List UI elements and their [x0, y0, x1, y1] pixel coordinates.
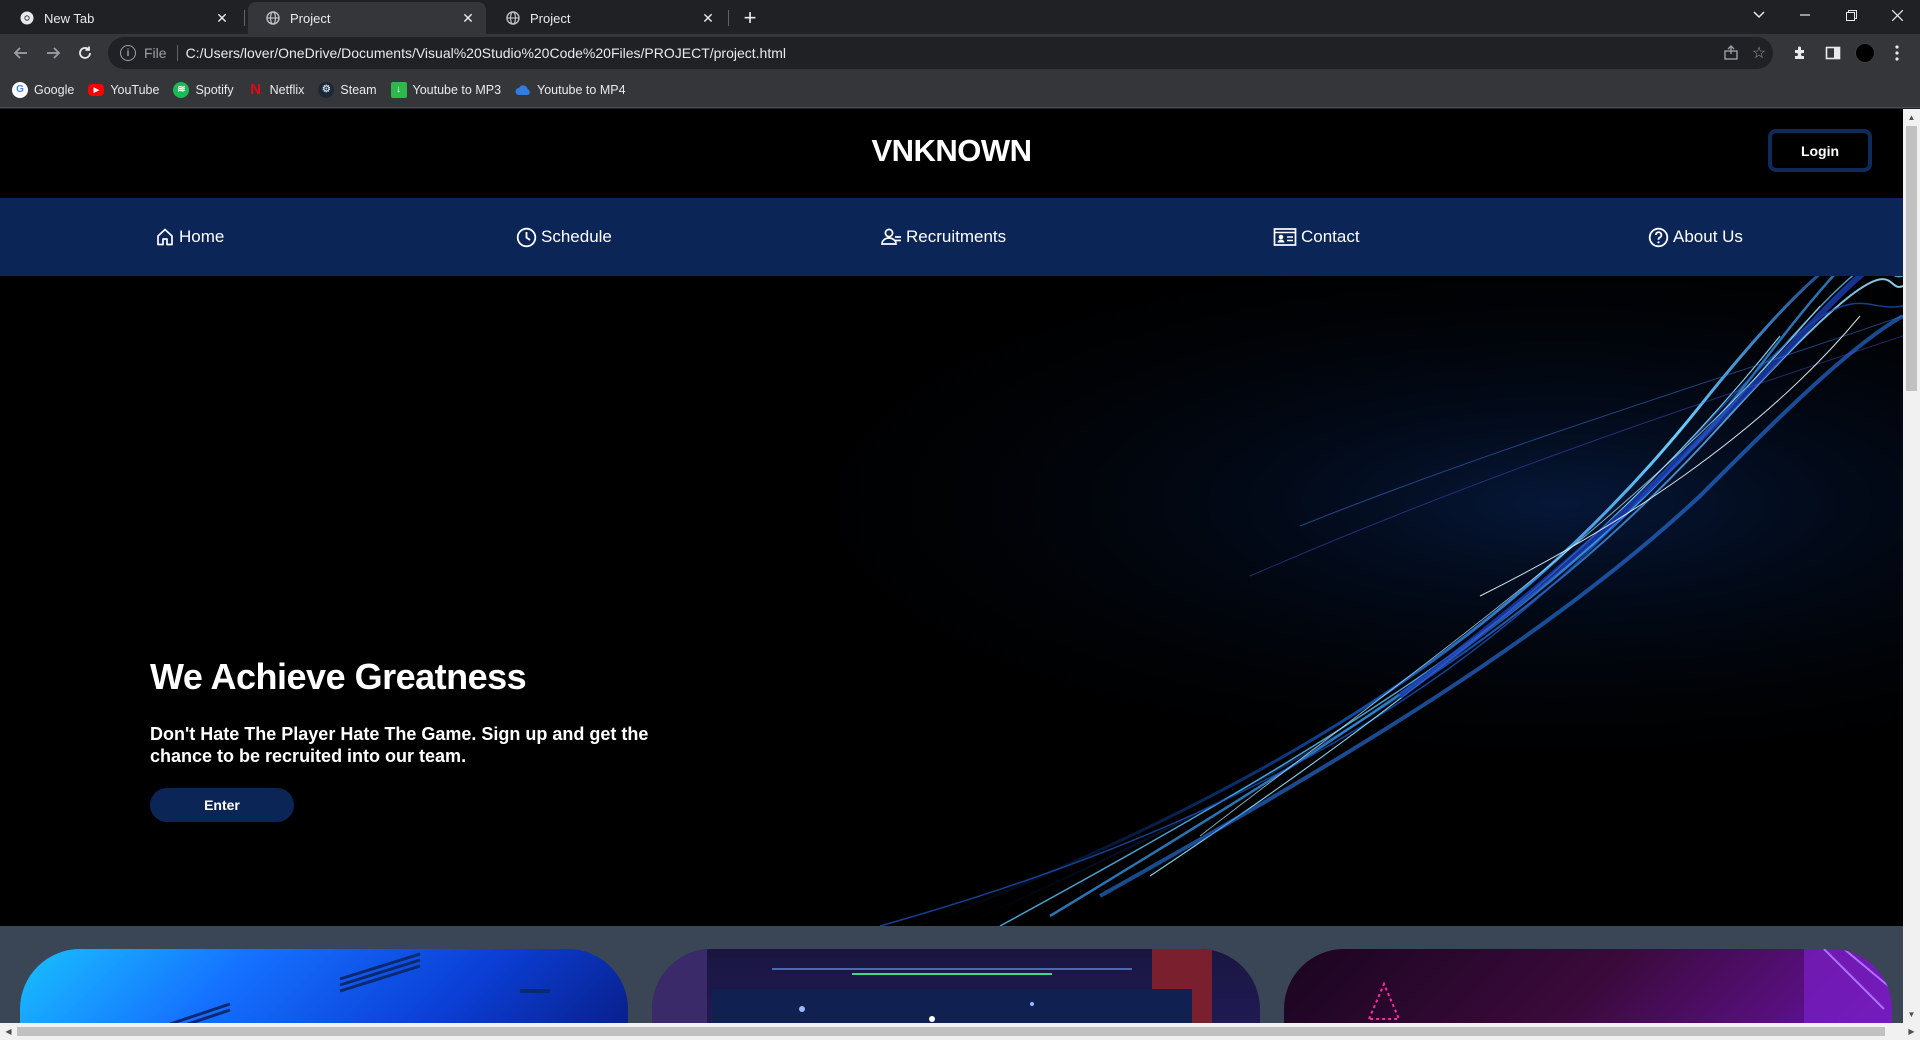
bookmark-youtube-to-mp3[interactable]: ↓ Youtube to MP3: [390, 77, 502, 103]
netflix-icon: N: [250, 81, 262, 98]
feature-card-image[interactable]: [652, 949, 1260, 1029]
feature-cards: [0, 926, 1903, 1029]
nav-label: Home: [179, 227, 225, 246]
globe-icon: [506, 11, 520, 25]
bookmark-steam[interactable]: ⚙ Steam: [318, 77, 377, 103]
bookmark-label: Youtube to MP3: [412, 82, 502, 97]
nav-label: Contact: [1301, 227, 1360, 246]
scroll-up-arrow[interactable]: ▲: [1903, 109, 1920, 126]
scroll-down-arrow[interactable]: ▼: [1903, 1006, 1920, 1023]
close-tab-icon[interactable]: ✕: [460, 10, 476, 26]
nav-label: Recruitments: [906, 227, 1007, 246]
omnibox-divider: [176, 45, 178, 61]
question-circle-icon: [1648, 227, 1669, 247]
hero-section: We Achieve Greatness Don't Hate The Play…: [0, 276, 1903, 926]
extensions-puzzle-icon[interactable]: [1787, 40, 1813, 66]
google-icon: G: [12, 81, 28, 98]
site-header: VNKNOWN Login: [0, 109, 1903, 198]
bookmark-spotify[interactable]: ≋ Spotify: [173, 77, 234, 103]
close-window-button[interactable]: [1874, 0, 1920, 30]
nav-schedule[interactable]: Schedule: [516, 198, 612, 276]
nav-about-us[interactable]: About Us: [1648, 198, 1743, 276]
nav-recruitments[interactable]: Recruitments: [880, 198, 1006, 276]
bookmark-label: YouTube: [110, 82, 160, 97]
bookmark-label: Youtube to MP4: [537, 82, 626, 97]
login-button[interactable]: Login: [1768, 129, 1872, 172]
nav-contact[interactable]: Contact: [1273, 198, 1360, 276]
home-icon: [157, 228, 173, 246]
restore-button[interactable]: [1828, 0, 1874, 30]
bookmarks-bar: G Google ▶ YouTube ≋ Spotify N Netflix ⚙…: [0, 72, 1920, 108]
bookmark-star-icon[interactable]: ☆: [1745, 39, 1773, 67]
cloud-icon: [515, 82, 531, 98]
nav-label: Schedule: [541, 227, 612, 246]
contact-card-icon: [1273, 228, 1297, 246]
url-scheme: File: [144, 45, 167, 61]
reload-button[interactable]: [72, 40, 98, 66]
browser-toolbar: i File C:/Users/lover/OneDrive/Documents…: [0, 34, 1920, 72]
forward-button[interactable]: [40, 40, 66, 66]
tab-new-tab[interactable]: New Tab ✕: [2, 2, 240, 34]
minimize-button[interactable]: [1782, 0, 1828, 30]
bookmark-google[interactable]: G Google: [12, 77, 74, 103]
new-tab-button[interactable]: +: [736, 4, 764, 32]
spotify-icon: ≋: [173, 81, 190, 98]
bookmark-label: Netflix: [269, 82, 305, 97]
horizontal-scrollbar[interactable]: ◀ ▶: [0, 1023, 1920, 1040]
bookmark-label: Spotify: [195, 82, 234, 97]
clock-icon: [516, 227, 537, 247]
download-icon: ↓: [390, 81, 407, 98]
share-icon[interactable]: [1717, 39, 1745, 67]
profile-avatar[interactable]: [1852, 40, 1878, 66]
tab-title: Project: [290, 10, 331, 26]
tab-divider: [728, 10, 729, 26]
scroll-right-arrow[interactable]: ▶: [1903, 1023, 1920, 1040]
vertical-scroll-thumb[interactable]: [1906, 126, 1917, 391]
youtube-icon: ▶: [88, 83, 105, 96]
scroll-left-arrow[interactable]: ◀: [0, 1023, 17, 1040]
tab-title: Project: [530, 10, 571, 26]
side-panel-icon[interactable]: [1820, 40, 1846, 66]
hero-light-streaks: [0, 276, 1903, 926]
close-tab-icon[interactable]: ✕: [700, 10, 716, 26]
steam-icon: ⚙: [318, 81, 335, 98]
nav-home[interactable]: Home: [155, 198, 224, 276]
bookmark-youtube[interactable]: ▶ YouTube: [88, 77, 159, 103]
users-icon: [881, 228, 901, 245]
tab-title: New Tab: [44, 10, 95, 26]
tab-divider: [244, 10, 245, 26]
address-bar[interactable]: i File C:/Users/lover/OneDrive/Documents…: [108, 37, 1773, 69]
nav-label: About Us: [1673, 227, 1743, 246]
chrome-icon: [20, 11, 34, 25]
back-button[interactable]: [8, 40, 34, 66]
main-nav: Home Schedule Recruitments Contact About…: [0, 198, 1903, 276]
tab-search-icon[interactable]: [1736, 0, 1782, 30]
hero-title: We Achieve Greatness: [150, 656, 527, 697]
url-text[interactable]: C:/Users/lover/OneDrive/Documents/Visual…: [186, 45, 1717, 61]
globe-icon: [266, 11, 280, 25]
tab-project-active[interactable]: Project ✕: [248, 2, 486, 34]
site-logo[interactable]: VNKNOWN: [0, 133, 1903, 169]
bookmark-youtube-to-mp4[interactable]: Youtube to MP4: [515, 77, 626, 103]
close-tab-icon[interactable]: ✕: [214, 10, 230, 26]
enter-button[interactable]: Enter: [150, 788, 294, 822]
feature-card-image[interactable]: [1284, 949, 1892, 1029]
site-info-icon[interactable]: i: [120, 45, 136, 61]
tab-project[interactable]: Project ✕: [488, 2, 726, 34]
page-viewport: VNKNOWN Login Home Schedule Recruitments…: [0, 109, 1920, 1040]
feature-card-image[interactable]: [20, 949, 628, 1029]
bookmark-label: Google: [34, 82, 75, 97]
tab-strip: New Tab ✕ Project ✕ Project ✕ +: [0, 0, 1920, 34]
horizontal-scroll-thumb[interactable]: [17, 1027, 1885, 1036]
vertical-scrollbar[interactable]: ▲ ▼: [1903, 109, 1920, 1023]
menu-kebab-icon[interactable]: [1884, 40, 1910, 66]
hero-subtitle: Don't Hate The Player Hate The Game. Sig…: [150, 724, 649, 766]
bookmark-label: Steam: [340, 82, 377, 97]
bookmark-netflix[interactable]: N Netflix: [248, 77, 305, 103]
